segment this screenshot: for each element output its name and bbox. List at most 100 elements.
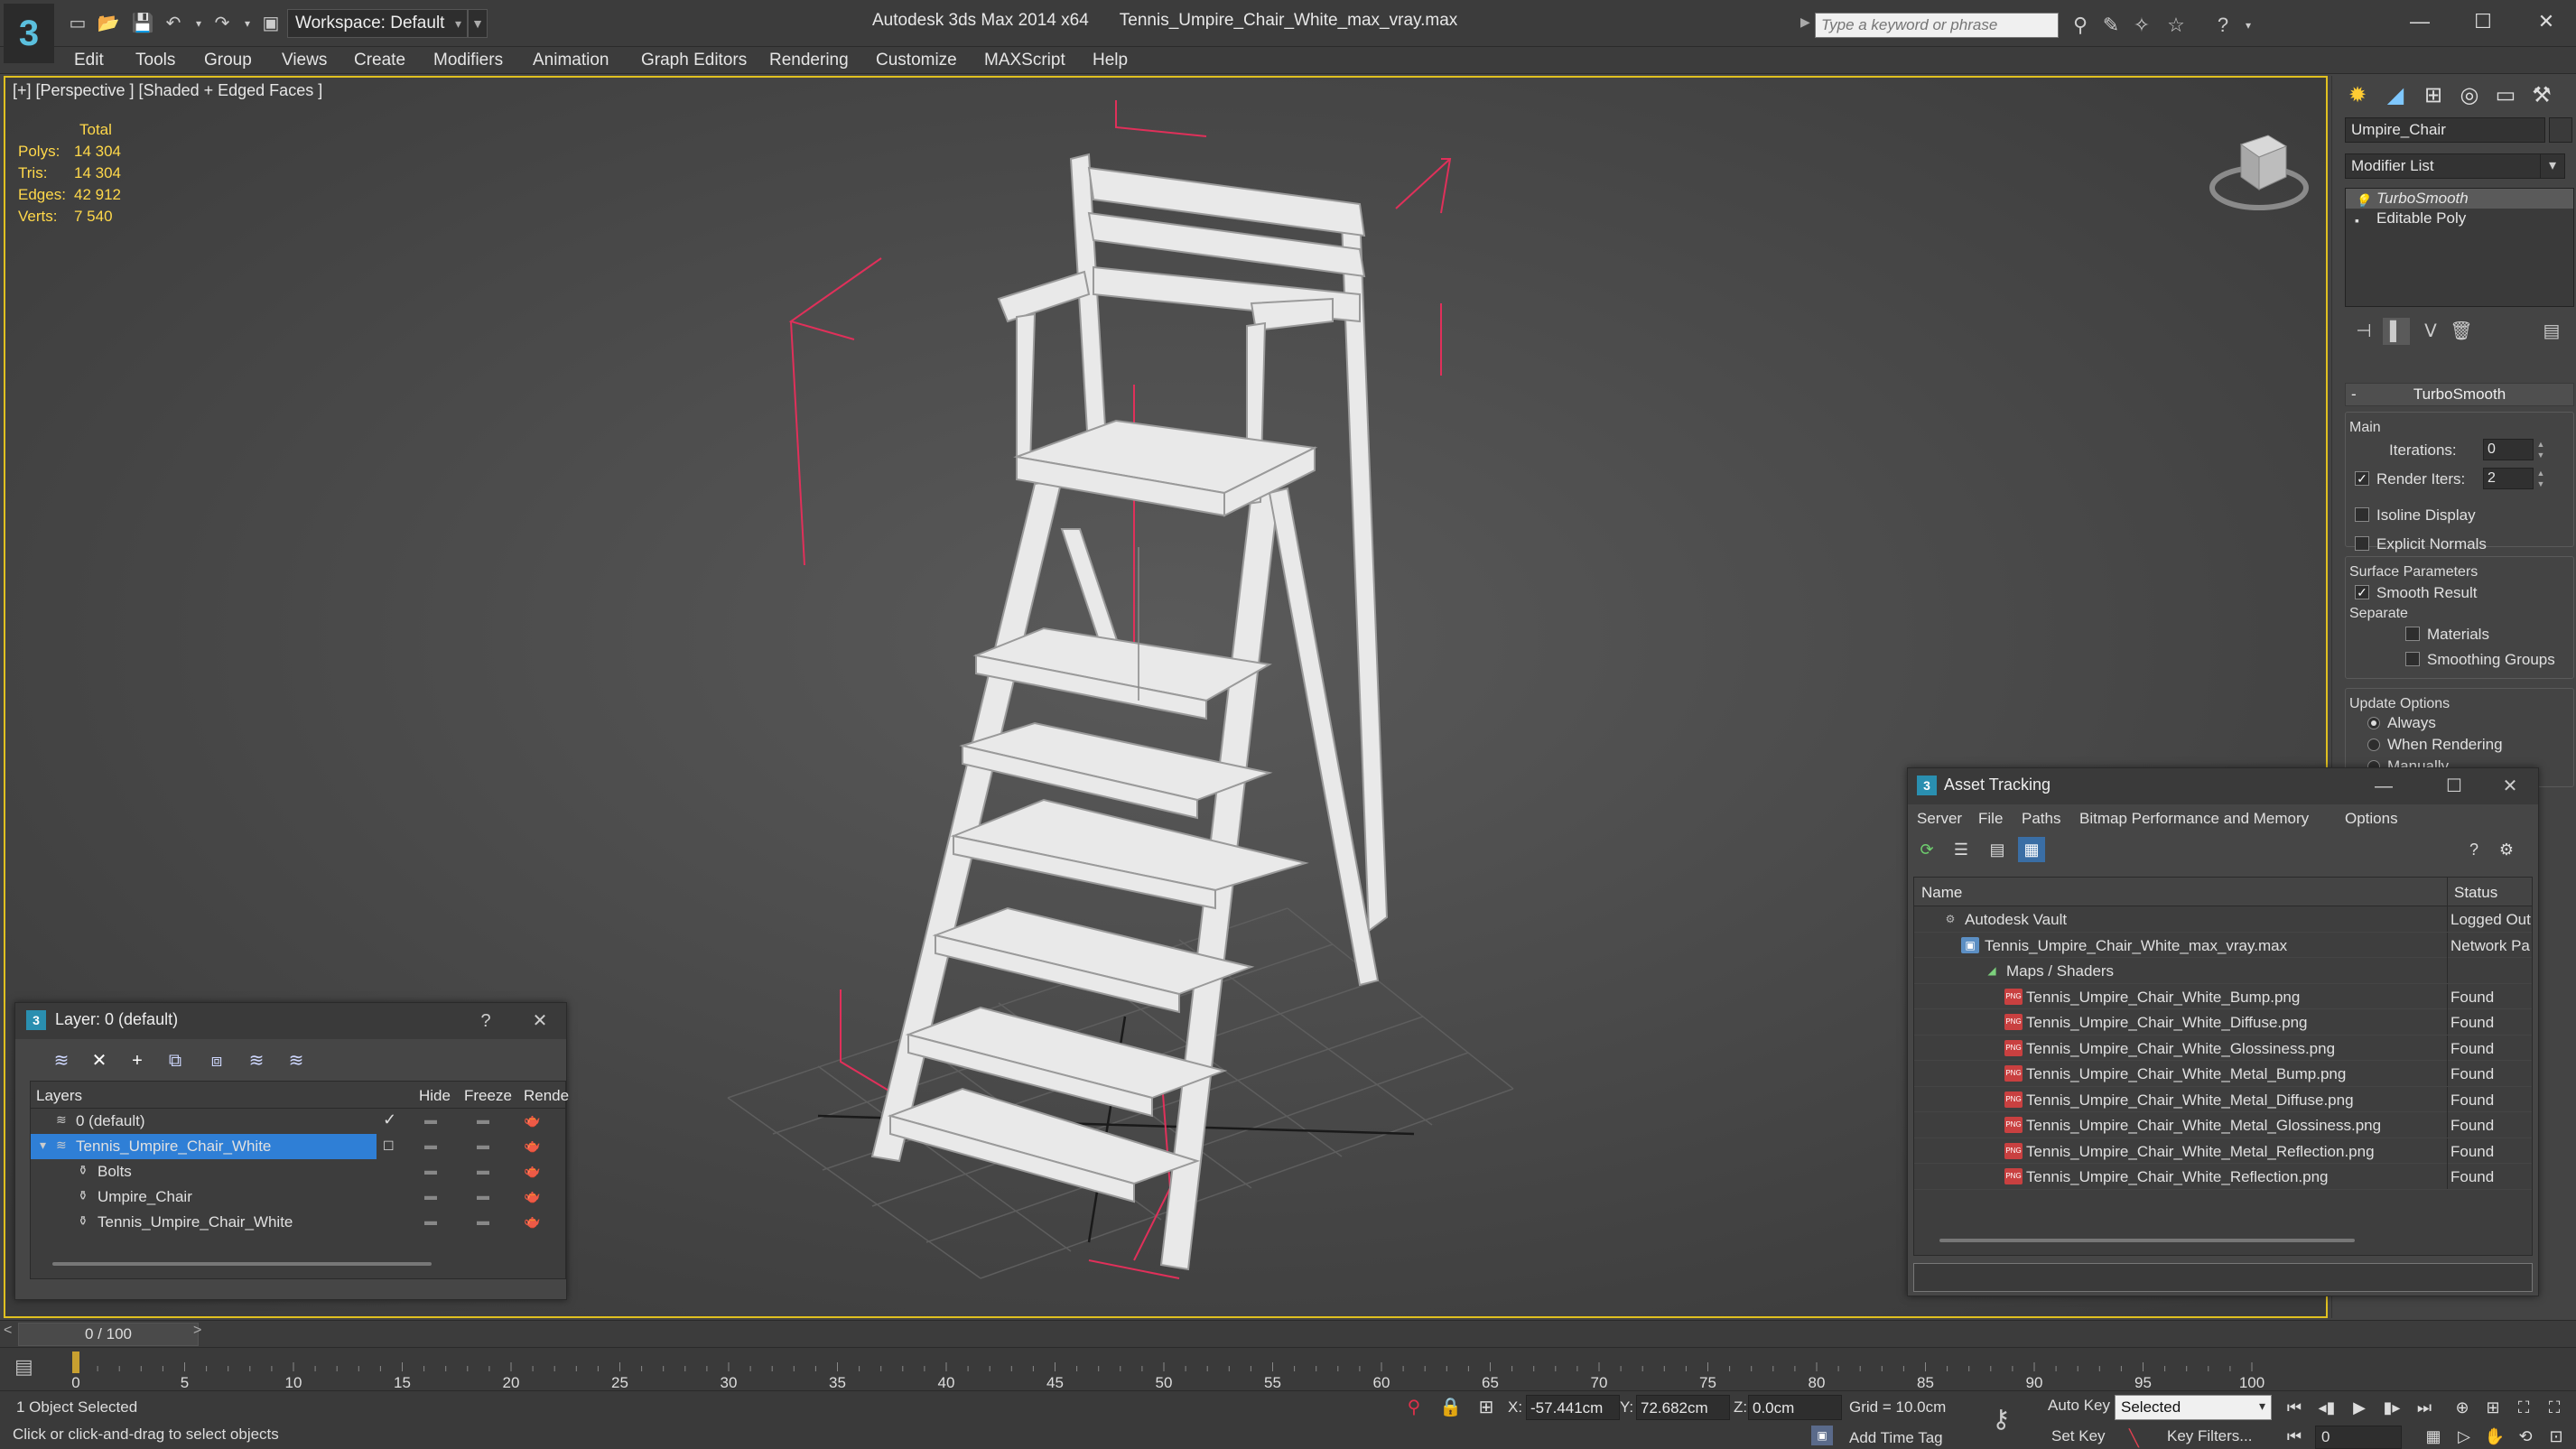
render-teapot-icon[interactable]: 🫖 — [524, 1163, 541, 1179]
maximize-button[interactable]: ☐ — [2458, 5, 2508, 38]
chevron-down-icon[interactable]: ▾ — [2540, 153, 2565, 179]
next-frame-icon[interactable]: > — [193, 1323, 201, 1339]
rollout-header[interactable]: - TurboSmooth — [2345, 383, 2574, 406]
table-view-icon[interactable]: ▦ — [2018, 837, 2045, 862]
transform-mode-icon[interactable]: ⊞ — [1475, 1397, 1497, 1418]
set-current-box-icon[interactable]: ☐ — [383, 1138, 395, 1154]
menu-file[interactable]: File — [1978, 810, 2003, 828]
modify-tab-icon[interactable]: ◢ — [2379, 79, 2412, 112]
collapse-icon[interactable]: ▾ — [40, 1138, 46, 1153]
always-radio[interactable] — [2367, 717, 2380, 729]
create-tab-icon[interactable]: ✹ — [2341, 79, 2374, 112]
render-teapot-icon[interactable]: 🫖 — [524, 1138, 541, 1154]
object-color-swatch[interactable] — [2549, 117, 2572, 143]
menu-bitmap-performance[interactable]: Bitmap Performance and Memory — [2079, 810, 2309, 828]
utilities-tab-icon[interactable]: ⚒ — [2525, 79, 2558, 112]
hide-all-icon[interactable]: ≋ — [243, 1048, 270, 1073]
column-freeze[interactable]: Freeze — [464, 1087, 512, 1105]
detail-view-icon[interactable]: ▤ — [1984, 837, 2011, 862]
viewcube-icon[interactable] — [2205, 117, 2313, 217]
redo-icon[interactable]: ↷ — [209, 11, 235, 36]
menu-graph-editors[interactable]: Graph Editors — [641, 51, 747, 70]
previous-key-icon[interactable]: ◂▮ — [2313, 1397, 2340, 1418]
stack-item-turbosmooth[interactable]: 💡 TurboSmooth — [2346, 189, 2573, 209]
current-frame-marker[interactable] — [72, 1351, 79, 1373]
display-tab-icon[interactable]: ▭ — [2489, 79, 2522, 112]
close-window-button[interactable]: ✕ — [2521, 5, 2571, 38]
configure-sets-icon[interactable]: ▤ — [2538, 318, 2565, 345]
freeze-all-icon[interactable]: ≋ — [283, 1048, 310, 1073]
minimize-button[interactable]: — — [2370, 774, 2397, 799]
app-logo-button[interactable]: 3 — [4, 4, 54, 63]
asset-path-field[interactable] — [1913, 1263, 2533, 1292]
subscription-icon[interactable]: ✎ — [2098, 13, 2124, 38]
y-coordinate-field[interactable]: 72.682cm — [1636, 1395, 1730, 1420]
object-row[interactable]: ⚱ Tennis_Umpire_Chair_White ▬ ▬ 🫖 — [31, 1210, 565, 1235]
render-teapot-icon[interactable]: 🫖 — [524, 1213, 541, 1230]
close-icon[interactable]: ✕ — [526, 1008, 553, 1034]
menu-paths[interactable]: Paths — [2022, 810, 2060, 828]
object-name-field[interactable]: Umpire_Chair — [2345, 117, 2545, 143]
hierarchy-tab-icon[interactable]: ⊞ — [2417, 79, 2450, 112]
asset-window-titlebar[interactable]: 3 Asset Tracking — ☐ ✕ — [1908, 768, 2538, 804]
minimize-button[interactable]: — — [2395, 5, 2445, 38]
show-end-result-icon[interactable]: ▌ — [2383, 318, 2410, 345]
communication-icon[interactable]: ✧ — [2129, 13, 2154, 38]
materials-checkbox[interactable] — [2405, 627, 2420, 641]
layer-window-titlebar[interactable]: 3 Layer: 0 (default) ? ✕ — [15, 1003, 566, 1039]
quick-access-dropdown[interactable]: ▼ — [468, 9, 488, 38]
new-file-icon[interactable]: ▭ — [65, 11, 90, 36]
freeze-toggle[interactable]: ▬ — [477, 1138, 489, 1152]
pin-stack-icon[interactable]: ⊣ — [2350, 318, 2377, 345]
key-filters-button[interactable]: Key Filters... — [2167, 1427, 2252, 1445]
render-teapot-icon[interactable]: 🫖 — [524, 1112, 541, 1129]
menu-customize[interactable]: Customize — [876, 51, 957, 70]
help-button[interactable]: ? — [472, 1008, 499, 1034]
time-config-icon[interactable]: ▦ — [2420, 1426, 2447, 1447]
workspace-selector[interactable]: Workspace: Default ▾ — [287, 9, 468, 38]
asset-row-texture[interactable]: PNG Tennis_Umpire_Chair_White_Metal_Diff… — [1914, 1086, 2532, 1112]
asset-scrollbar[interactable] — [1939, 1239, 2355, 1242]
asset-row-texture[interactable]: PNG Tennis_Umpire_Chair_White_Glossiness… — [1914, 1035, 2532, 1061]
when-rendering-radio[interactable] — [2367, 738, 2380, 751]
asset-row-scene-file[interactable]: ▣ Tennis_Umpire_Chair_White_max_vray.max… — [1914, 932, 2532, 958]
binoculars-icon[interactable]: ⚲ — [2068, 13, 2093, 38]
redo-dropdown-icon[interactable]: ▾ — [235, 11, 260, 36]
column-render[interactable]: Rende — [524, 1087, 569, 1105]
menu-tools[interactable]: Tools — [135, 51, 175, 70]
menu-server[interactable]: Server — [1917, 810, 1962, 828]
create-layer-icon[interactable]: ≋ — [48, 1048, 75, 1073]
key-mode-select[interactable]: Selected ▾ — [2115, 1395, 2272, 1420]
asset-row-texture[interactable]: PNG Tennis_Umpire_Chair_White_Metal_Bump… — [1914, 1061, 2532, 1087]
set-key-button[interactable]: Set Key — [2051, 1427, 2106, 1445]
open-file-icon[interactable]: 📂 — [96, 11, 121, 36]
freeze-toggle[interactable]: ▬ — [477, 1213, 489, 1228]
current-frame-field[interactable]: 0 — [2315, 1426, 2402, 1449]
next-key-icon[interactable]: ▮▸ — [2378, 1397, 2405, 1418]
help-dropdown-icon[interactable]: ▾ — [2236, 13, 2261, 38]
isolate-selection-icon[interactable]: ⚲ — [1403, 1397, 1425, 1418]
maximize-viewport-icon[interactable]: ⊡ — [2543, 1426, 2570, 1447]
orbit-icon[interactable]: ⟲ — [2512, 1426, 2539, 1447]
maximize-button[interactable]: ☐ — [2441, 774, 2468, 799]
add-time-tag[interactable]: Add Time Tag — [1849, 1429, 1943, 1447]
delete-layer-icon[interactable]: ✕ — [86, 1048, 113, 1073]
smoothing-groups-checkbox[interactable] — [2405, 652, 2420, 666]
expand-plus-icon[interactable]: ▪ — [2355, 210, 2359, 230]
hide-toggle[interactable]: ▬ — [424, 1112, 437, 1127]
time-slider[interactable]: < 0 / 100 > — [0, 1320, 2576, 1347]
selection-lock-icon[interactable]: 🔒 — [1439, 1397, 1462, 1418]
menu-modifiers[interactable]: Modifiers — [433, 51, 503, 70]
zoom-all-icon[interactable]: ⊞ — [2479, 1397, 2506, 1418]
remove-modifier-icon[interactable]: 🗑 — [2448, 318, 2475, 345]
column-status[interactable]: Status — [2454, 884, 2497, 902]
layer-row[interactable]: ≋ 0 (default) ✓ ▬ ▬ 🫖 — [31, 1109, 565, 1134]
search-input[interactable] — [1815, 13, 2059, 38]
select-objects-icon[interactable]: ⧉ — [162, 1048, 189, 1073]
hide-toggle[interactable]: ▬ — [424, 1188, 437, 1203]
render-iters-checkbox[interactable]: ✓ — [2355, 471, 2369, 486]
z-coordinate-field[interactable]: 0.0cm — [1748, 1395, 1842, 1420]
make-unique-icon[interactable]: Ⅴ — [2417, 318, 2444, 345]
hide-toggle[interactable]: ▬ — [424, 1213, 437, 1228]
field-of-view-icon[interactable]: ▷ — [2450, 1426, 2478, 1447]
